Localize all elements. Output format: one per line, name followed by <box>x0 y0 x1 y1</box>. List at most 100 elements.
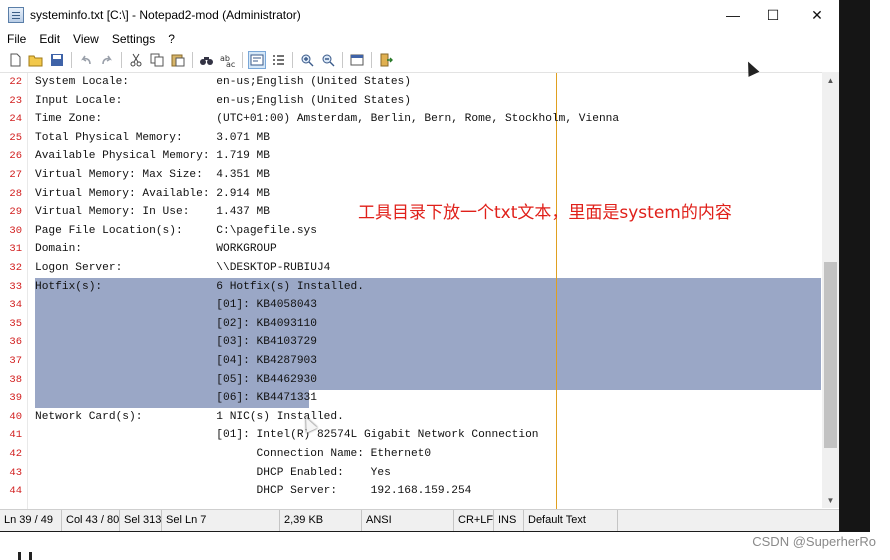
line-number: 32 <box>9 262 22 274</box>
toolbar: ab ac <box>0 48 839 71</box>
word-wrap-icon[interactable] <box>248 50 266 69</box>
cut-icon[interactable] <box>127 51 145 69</box>
maximize-button[interactable]: ☐ <box>750 0 796 30</box>
line-text: [04]: KB4287903 <box>35 355 317 367</box>
editor-line[interactable]: 27 Virtual Memory: Max Size: 4.351 MB <box>0 166 822 185</box>
line-number: 26 <box>9 150 22 163</box>
line-text: Virtual Memory: Available: 2.914 MB <box>35 187 270 200</box>
vertical-scrollbar[interactable]: ▲ ▼ <box>822 72 839 508</box>
status-encoding[interactable]: ANSI <box>362 510 454 531</box>
status-line-endings[interactable]: CR+LF <box>454 510 494 531</box>
line-number: 39 <box>9 392 22 405</box>
line-number: 35 <box>9 317 22 330</box>
line-text: Virtual Memory: Max Size: 4.351 MB <box>35 169 270 181</box>
line-number: 38 <box>9 373 22 386</box>
line-number: 34 <box>9 299 22 312</box>
menu-edit[interactable]: Edit <box>32 32 66 46</box>
undo-icon[interactable] <box>77 51 95 69</box>
line-number: 36 <box>9 336 22 349</box>
redo-icon[interactable] <box>98 51 116 69</box>
notepad-app-icon[interactable] <box>8 7 24 23</box>
exit-icon[interactable] <box>377 51 395 69</box>
editor-line[interactable]: 34 [01]: KB4058043 <box>0 296 822 315</box>
partial-heading-glyph <box>18 552 32 560</box>
editor-line[interactable]: 37 [04]: KB4287903 <box>0 352 822 371</box>
line-number: 28 <box>9 187 22 200</box>
line-number: 27 <box>9 169 22 181</box>
line-text: Time Zone: (UTC+01:00) Amsterdam, Berlin… <box>35 113 620 126</box>
status-scheme[interactable]: Default Text <box>524 510 618 531</box>
line-text: Virtual Memory: In Use: 1.437 MB <box>35 206 270 219</box>
line-number: 44 <box>9 485 22 498</box>
save-icon[interactable] <box>48 51 66 69</box>
list-icon[interactable] <box>269 51 287 69</box>
toolbar-separator <box>71 51 72 68</box>
editor-line[interactable]: 43 DHCP Enabled: Yes <box>0 464 822 483</box>
line-number: 42 <box>9 448 22 460</box>
desktop-background-strip <box>840 0 870 532</box>
editor-line[interactable]: 36 [03]: KB4103729 <box>0 333 822 352</box>
scroll-down-arrow-icon[interactable]: ▼ <box>822 492 839 508</box>
title-bar[interactable]: systeminfo.txt [C:\] - Notepad2-mod (Adm… <box>0 0 839 30</box>
settings-icon[interactable] <box>348 51 366 69</box>
status-column: Col 43 / 80 <box>62 510 120 531</box>
status-selection: Sel 313 <box>120 510 162 531</box>
replace-icon[interactable]: ab ac <box>219 51 237 69</box>
menu-bar: File Edit View Settings ? <box>0 30 181 48</box>
editor-line[interactable]: 23 Input Locale: en-us;English (United St… <box>0 92 822 111</box>
status-insert-mode[interactable]: INS <box>494 510 524 531</box>
line-text: [01]: KB4058043 <box>35 299 317 312</box>
menu-help[interactable]: ? <box>161 32 181 46</box>
line-text: DHCP Enabled: Yes <box>35 466 391 479</box>
line-number: 23 <box>9 94 22 107</box>
close-button[interactable]: ✕ <box>794 0 839 30</box>
line-text: Total Physical Memory: 3.071 MB <box>35 131 270 144</box>
editor-line[interactable]: 42 Connection Name: Ethernet0 <box>0 445 822 464</box>
new-file-icon[interactable] <box>6 51 24 69</box>
toolbar-separator <box>121 51 122 68</box>
line-text: Input Locale: en-us;English (United Stat… <box>35 94 411 107</box>
menu-file[interactable]: File <box>0 32 32 46</box>
status-selected-lines: Sel Ln 7 <box>162 510 280 531</box>
line-number: 24 <box>9 113 22 126</box>
scrollbar-thumb[interactable] <box>824 262 837 448</box>
editor-line[interactable]: 40 Network Card(s): 1 NIC(s) Installed. <box>0 408 822 427</box>
watermark-text: CSDN @SuperherRo <box>752 534 876 549</box>
editor-line[interactable]: 38 [05]: KB4462930 <box>0 371 822 390</box>
line-text: Connection Name: Ethernet0 <box>35 448 432 460</box>
editor-line[interactable]: 31 Domain: WORKGROUP <box>0 240 822 259</box>
menu-settings[interactable]: Settings <box>105 32 161 46</box>
line-number: 30 <box>9 224 22 237</box>
editor-line[interactable]: 32 Logon Server: \\DESKTOP-RUBIUJ4 <box>0 259 822 278</box>
status-file-size: 2,39 KB <box>280 510 362 531</box>
zoom-in-icon[interactable] <box>298 51 316 69</box>
line-text: DHCP Server: 192.168.159.254 <box>35 485 472 498</box>
copy-icon[interactable] <box>148 51 166 69</box>
editor-line[interactable]: 25 Total Physical Memory: 3.071 MB <box>0 129 822 148</box>
editor-line[interactable]: 33 Hotfix(s): 6 Hotfix(s) Installed. <box>0 278 822 297</box>
paste-icon[interactable] <box>169 51 187 69</box>
editor-line[interactable]: 22 System Locale: en-us;English (United S… <box>0 73 822 92</box>
editor-line[interactable]: 41 [01]: Intel(R) 82574L Gigabit Network… <box>0 426 822 445</box>
line-text: Network Card(s): 1 NIC(s) Installed. <box>35 410 344 423</box>
editor-line[interactable]: 26 Available Physical Memory: 1.719 MB <box>0 147 822 166</box>
editor-line[interactable]: 35 [02]: KB4093110 <box>0 315 822 334</box>
editor-line[interactable]: 44 DHCP Server: 192.168.159.254 <box>0 482 822 501</box>
editor-line[interactable]: 24 Time Zone: (UTC+01:00) Amsterdam, Berl… <box>0 110 822 129</box>
scroll-up-arrow-icon[interactable]: ▲ <box>822 72 839 88</box>
find-icon[interactable] <box>198 51 216 69</box>
line-number: 41 <box>9 429 22 442</box>
line-text: Logon Server: \\DESKTOP-RUBIUJ4 <box>35 262 331 274</box>
line-number: 31 <box>9 243 22 256</box>
menu-view[interactable]: View <box>66 32 105 46</box>
line-text: [06]: KB4471331 <box>35 392 317 405</box>
open-folder-icon[interactable] <box>27 51 45 69</box>
line-number: 37 <box>9 355 22 367</box>
line-number: 43 <box>9 466 22 479</box>
zoom-out-icon[interactable] <box>319 51 337 69</box>
toolbar-separator <box>371 51 372 68</box>
line-text: Available Physical Memory: 1.719 MB <box>35 150 270 163</box>
text-editor-area[interactable]: 22 System Locale: en-us;English (United S… <box>0 72 839 509</box>
editor-line[interactable]: 39 [06]: KB4471331 <box>0 389 822 408</box>
line-number: 29 <box>9 206 22 219</box>
